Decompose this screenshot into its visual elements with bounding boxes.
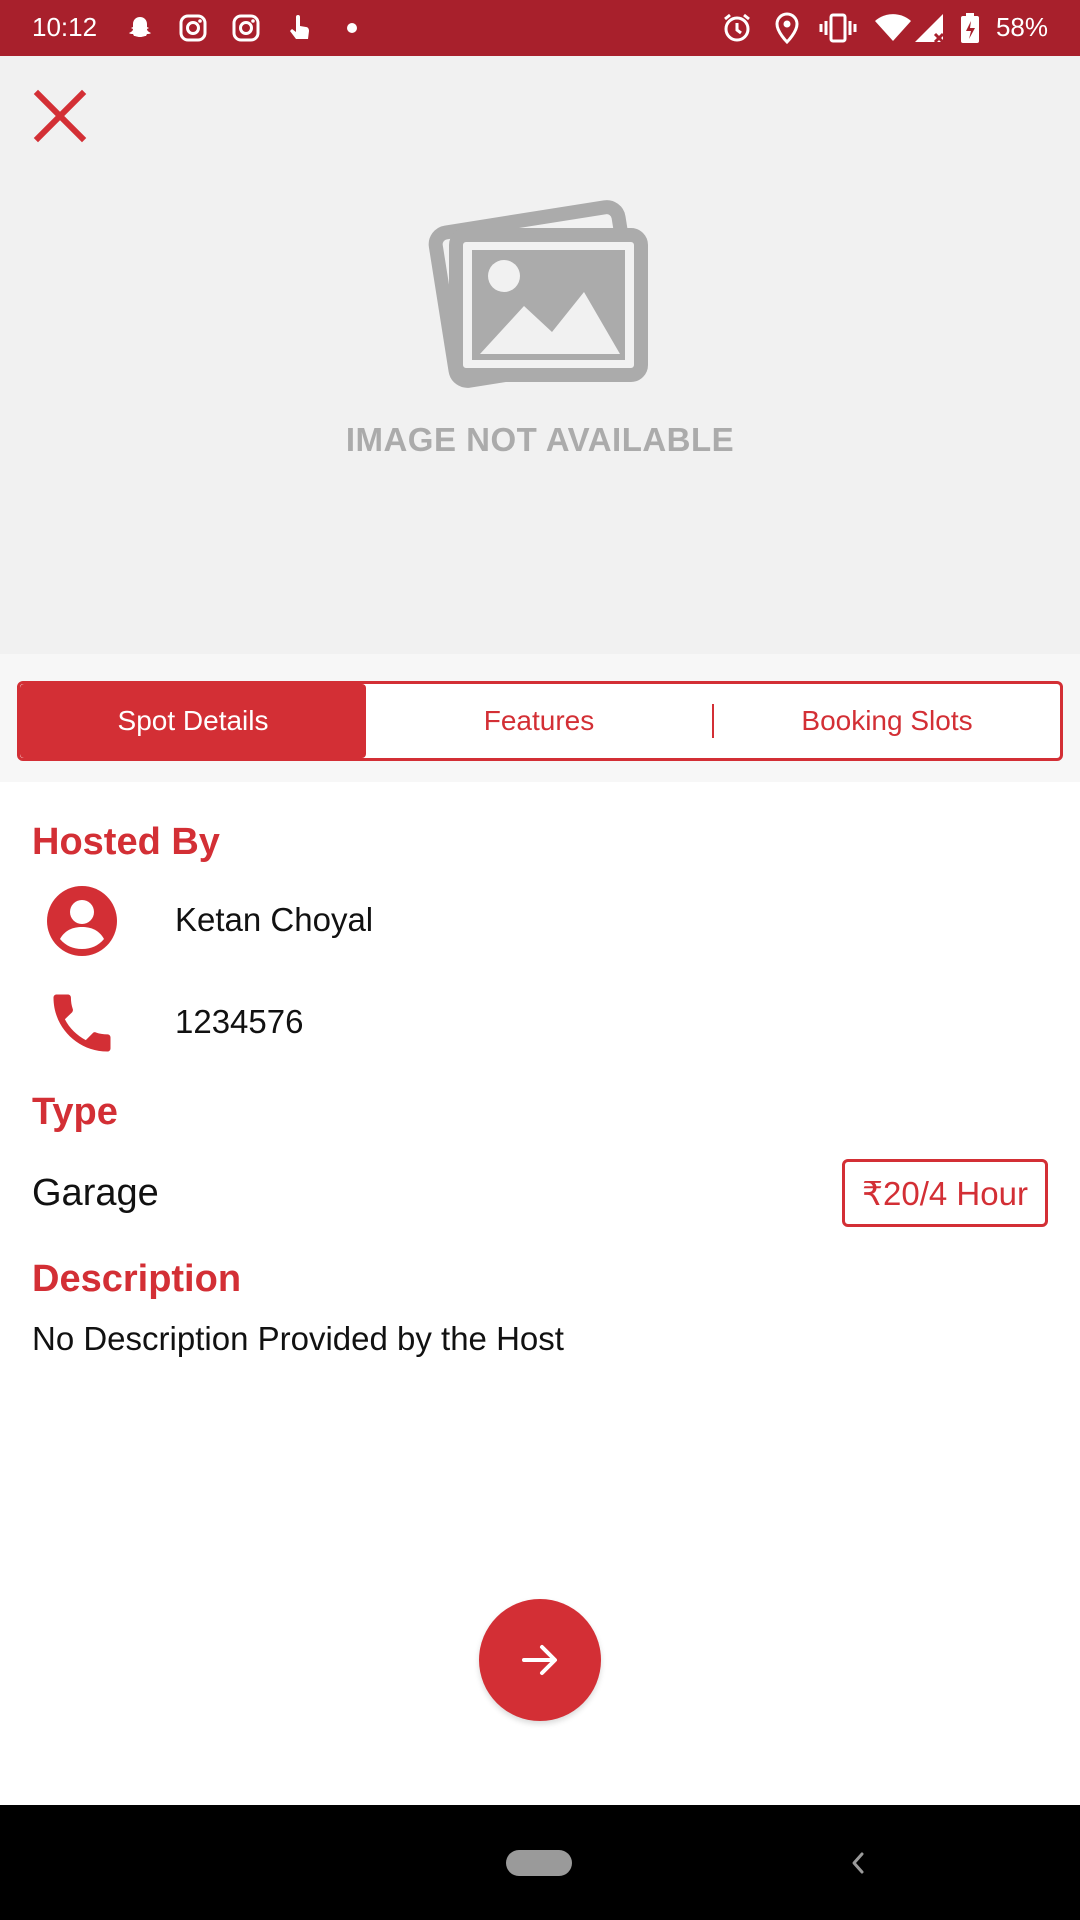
- status-bar: 10:12 58%: [0, 0, 1080, 56]
- dot-icon: [346, 12, 358, 44]
- system-nav-bar: [0, 1805, 1080, 1920]
- instagram-icon: [231, 12, 261, 44]
- close-icon: [33, 89, 87, 143]
- tab-spot-details[interactable]: Spot Details: [20, 684, 366, 758]
- person-icon: [44, 883, 120, 959]
- arrow-right-icon: [522, 1645, 557, 1675]
- signal-icon: [913, 12, 947, 44]
- tab-bar: Spot Details Features Booking Slots: [17, 681, 1063, 761]
- description-text: No Description Provided by the Host: [32, 1320, 564, 1357]
- description-heading: Description: [32, 1258, 242, 1300]
- back-button[interactable]: [830, 1835, 886, 1891]
- image-placeholder-icon: [428, 190, 658, 390]
- type-heading: Type: [32, 1091, 118, 1133]
- spot-type-value: Garage: [32, 1172, 159, 1214]
- price-badge: ₹20/4 Hour: [842, 1159, 1048, 1227]
- back-chevron-icon: [852, 1852, 864, 1874]
- hosted-by-heading: Hosted By: [32, 821, 220, 863]
- tab-booking-slots[interactable]: Booking Slots: [714, 684, 1060, 758]
- location-icon: [774, 12, 800, 44]
- host-phone[interactable]: 1234576: [175, 1003, 303, 1041]
- close-button[interactable]: [28, 84, 92, 148]
- touch-icon: [286, 12, 314, 44]
- instagram-icon: [178, 12, 208, 44]
- status-time: 10:12: [32, 12, 98, 42]
- wifi-icon: [874, 12, 912, 44]
- battery-percentage: 58%: [995, 12, 1048, 42]
- phone-icon: [44, 985, 120, 1061]
- alarm-icon: [721, 12, 753, 44]
- tab-features[interactable]: Features: [366, 684, 712, 758]
- snapchat-icon: [126, 12, 154, 44]
- host-name: Ketan Choyal: [175, 901, 374, 938]
- home-button[interactable]: [506, 1850, 572, 1876]
- image-not-available-text: IMAGE NOT AVAILABLE: [345, 421, 735, 458]
- tab-bar-container: Spot Details Features Booking Slots: [0, 654, 1080, 782]
- vibrate-icon: [818, 12, 858, 44]
- battery-icon: [960, 12, 980, 44]
- next-button[interactable]: [479, 1599, 601, 1721]
